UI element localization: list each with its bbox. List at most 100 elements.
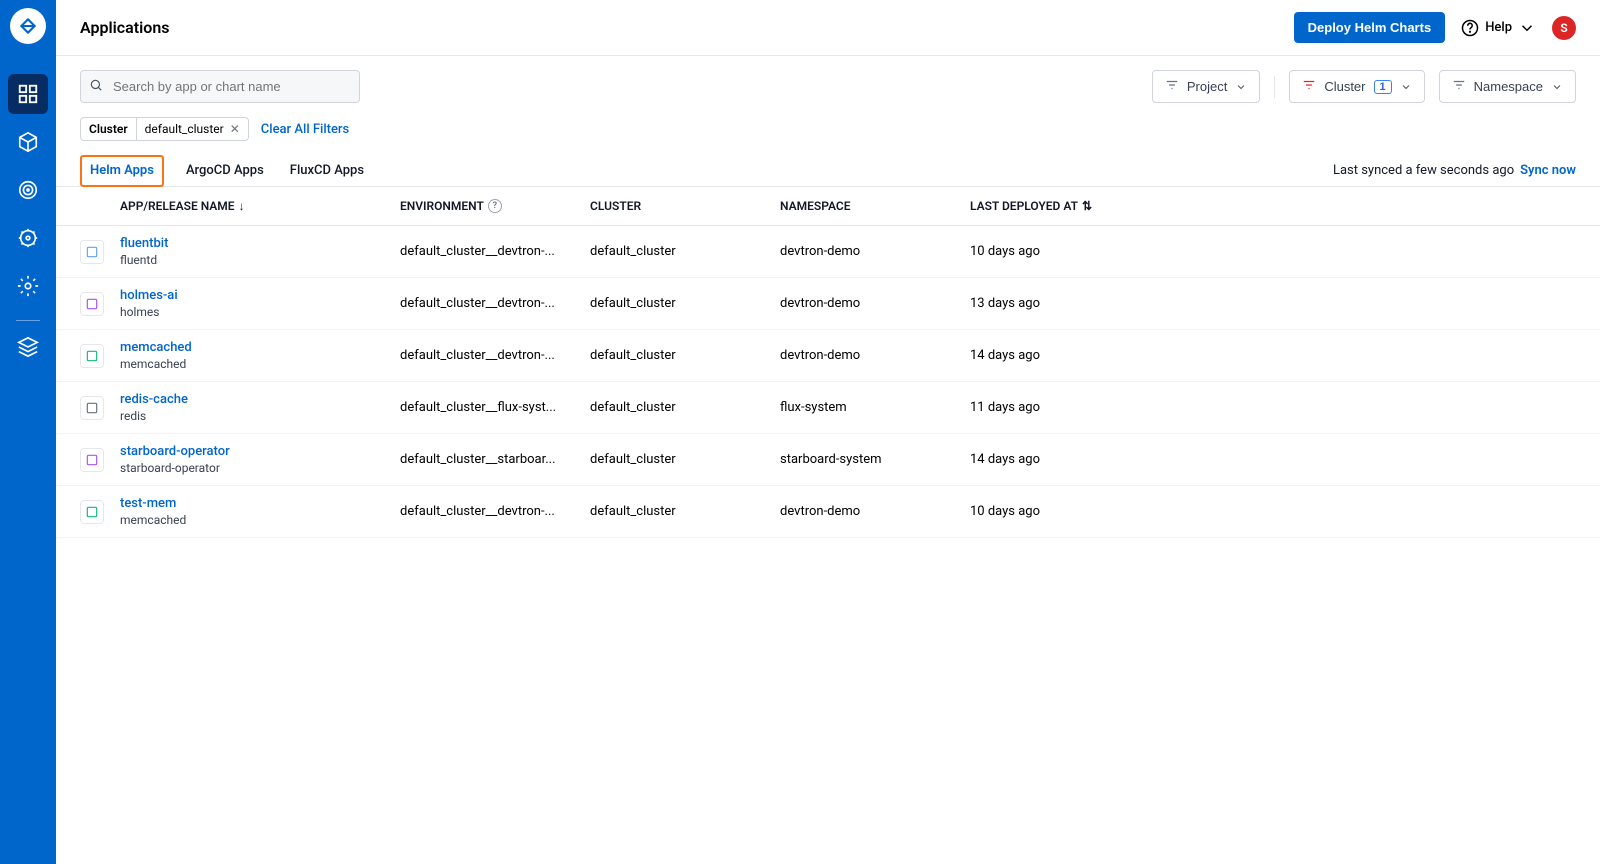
filter-cluster[interactable]: Cluster 1 [1289, 70, 1424, 103]
cell-deployed: 13 days ago [970, 296, 1160, 311]
nav-wheel[interactable] [8, 218, 48, 258]
table-row[interactable]: test-mem memcached default_cluster__devt… [56, 486, 1600, 538]
app-chart-label: redis [120, 409, 386, 423]
cell-environment: default_cluster__devtron-... [400, 348, 590, 363]
filter-namespace[interactable]: Namespace [1439, 70, 1576, 103]
cell-cluster: default_cluster [590, 400, 780, 415]
nav-cube[interactable] [8, 122, 48, 162]
cell-deployed: 14 days ago [970, 348, 1160, 363]
nav-target[interactable] [8, 170, 48, 210]
layers-icon [17, 336, 39, 358]
search-input[interactable] [80, 70, 360, 103]
nav-divider [16, 320, 40, 321]
table-row[interactable]: redis-cache redis default_cluster__flux-… [56, 382, 1600, 434]
sort-icon: ⇅ [1082, 199, 1092, 213]
table-row[interactable]: memcached memcached default_cluster__dev… [56, 330, 1600, 382]
cell-namespace: devtron-demo [780, 296, 970, 311]
cell-environment: default_cluster__devtron-... [400, 296, 590, 311]
cell-environment: default_cluster__flux-syst... [400, 400, 590, 415]
grid-icon [17, 83, 39, 105]
app-chart-label: holmes [120, 305, 386, 319]
cell-namespace: devtron-demo [780, 348, 970, 363]
nav-layers[interactable] [8, 327, 48, 367]
table-row[interactable]: holmes-ai holmes default_cluster__devtro… [56, 278, 1600, 330]
cell-namespace: flux-system [780, 400, 970, 415]
app-icon [80, 500, 104, 524]
cube-icon [17, 131, 39, 153]
app-name-link[interactable]: redis-cache [120, 392, 386, 407]
cluster-count-badge: 1 [1374, 80, 1392, 94]
app-name-link[interactable]: fluentbit [120, 236, 386, 251]
th-namespace: NAMESPACE [780, 199, 970, 213]
app-name-link[interactable]: memcached [120, 340, 386, 355]
th-cluster: CLUSTER [590, 199, 780, 213]
chip-remove[interactable]: ✕ [230, 122, 240, 136]
filter-icon [1302, 78, 1316, 95]
sidebar [0, 0, 56, 864]
active-filters: Cluster default_cluster ✕ Clear All Filt… [56, 117, 1600, 155]
table-row[interactable]: fluentbit fluentd default_cluster__devtr… [56, 226, 1600, 278]
chevron-down-icon [1518, 19, 1536, 37]
tabs-row: Helm Apps ArgoCD Apps FluxCD Apps Last s… [56, 155, 1600, 187]
app-icon [80, 292, 104, 316]
app-name-link[interactable]: holmes-ai [120, 288, 386, 303]
search-icon [89, 78, 103, 96]
app-chart-label: memcached [120, 513, 386, 527]
tab-fluxcd-apps[interactable]: FluxCD Apps [286, 155, 368, 186]
app-chart-label: fluentd [120, 253, 386, 267]
filter-chip-cluster: Cluster default_cluster ✕ [80, 117, 249, 141]
app-icon [80, 448, 104, 472]
table-header: APP/RELEASE NAME ↓ ENVIRONMENT ? CLUSTER… [56, 187, 1600, 226]
cell-environment: default_cluster__devtron-... [400, 504, 590, 519]
cell-environment: default_cluster__starboar... [400, 452, 590, 467]
info-icon[interactable]: ? [488, 199, 502, 213]
cell-namespace: devtron-demo [780, 504, 970, 519]
th-name[interactable]: APP/RELEASE NAME ↓ [120, 199, 400, 213]
nav-settings[interactable] [8, 266, 48, 306]
chevron-down-icon [1400, 81, 1412, 93]
deploy-helm-button[interactable]: Deploy Helm Charts [1294, 12, 1446, 43]
app-chart-label: memcached [120, 357, 386, 371]
th-deployed[interactable]: LAST DEPLOYED AT ⇅ [970, 199, 1160, 213]
filter-project[interactable]: Project [1152, 70, 1260, 103]
cell-deployed: 10 days ago [970, 504, 1160, 519]
cell-cluster: default_cluster [590, 452, 780, 467]
table-row[interactable]: starboard-operator starboard-operator de… [56, 434, 1600, 486]
sync-now-link[interactable]: Sync now [1520, 163, 1576, 178]
header: Applications Deploy Helm Charts Help S [56, 0, 1600, 56]
help-menu[interactable]: Help [1461, 19, 1536, 37]
clear-all-filters[interactable]: Clear All Filters [261, 122, 349, 137]
chevron-down-icon [1551, 81, 1563, 93]
sync-status: Last synced a few seconds ago Sync now [1333, 163, 1576, 178]
help-icon [1461, 19, 1479, 37]
logo-icon [18, 16, 38, 36]
tab-argocd-apps[interactable]: ArgoCD Apps [182, 155, 268, 186]
sort-down-icon: ↓ [239, 199, 245, 213]
cell-deployed: 10 days ago [970, 244, 1160, 259]
app-name-link[interactable]: test-mem [120, 496, 386, 511]
page-title: Applications [80, 18, 169, 37]
app-chart-label: starboard-operator [120, 461, 386, 475]
app-icon [80, 344, 104, 368]
cell-cluster: default_cluster [590, 296, 780, 311]
th-environment: ENVIRONMENT ? [400, 199, 590, 213]
gear-icon [17, 275, 39, 297]
cell-cluster: default_cluster [590, 244, 780, 259]
cell-namespace: starboard-system [780, 452, 970, 467]
app-icon [80, 240, 104, 264]
tab-helm-apps[interactable]: Helm Apps [80, 155, 164, 187]
cell-deployed: 14 days ago [970, 452, 1160, 467]
app-name-link[interactable]: starboard-operator [120, 444, 386, 459]
target-icon [17, 179, 39, 201]
filter-icon [1452, 78, 1466, 95]
cell-namespace: devtron-demo [780, 244, 970, 259]
toolbar: Project Cluster 1 Namespace [56, 56, 1600, 117]
cell-deployed: 11 days ago [970, 400, 1160, 415]
cell-environment: default_cluster__devtron-... [400, 244, 590, 259]
cell-cluster: default_cluster [590, 348, 780, 363]
logo[interactable] [10, 8, 46, 44]
filter-divider [1274, 76, 1275, 98]
app-icon [80, 396, 104, 420]
nav-applications[interactable] [8, 74, 48, 114]
avatar[interactable]: S [1552, 16, 1576, 40]
